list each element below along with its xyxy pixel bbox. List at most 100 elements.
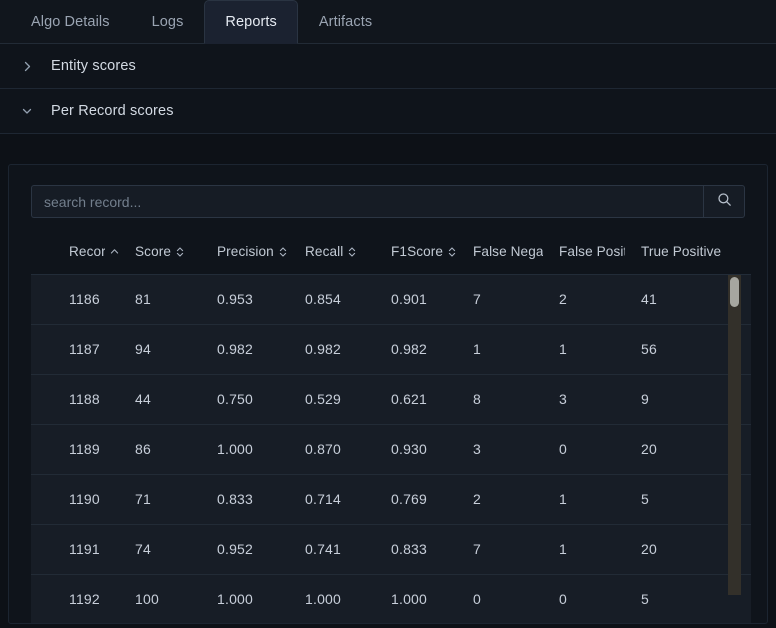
cell-record-id: 1188 xyxy=(31,374,119,425)
search-input[interactable] xyxy=(31,185,703,218)
accordion-entity-scores[interactable]: Entity scores xyxy=(0,44,776,89)
chevron-down-icon xyxy=(16,105,38,117)
accordion-label: Entity scores xyxy=(51,58,136,74)
cell-false-negative: 7 xyxy=(457,274,543,325)
records-table: Record ID Score xyxy=(31,230,751,623)
column-header-label: False Negative xyxy=(473,244,543,260)
column-header-label: Recall xyxy=(305,244,344,260)
accordion-label: Per Record scores xyxy=(51,103,174,119)
cell-precision: 0.982 xyxy=(201,324,289,375)
cell-record-id: 1190 xyxy=(31,474,119,525)
column-header-f1score[interactable]: F1Score xyxy=(375,230,457,275)
table-row[interactable]: 1186 81 0.953 0.854 0.901 7 2 41 xyxy=(31,274,751,325)
cell-false-negative: 2 xyxy=(457,474,543,525)
cell-false-negative: 1 xyxy=(457,324,543,375)
cell-false-positive: 0 xyxy=(543,574,625,623)
cell-precision: 0.952 xyxy=(201,524,289,575)
cell-recall: 0.982 xyxy=(289,324,375,375)
column-header-label: Record ID xyxy=(69,244,105,260)
table-header-row: Record ID Score xyxy=(31,230,751,275)
cell-precision: 1.000 xyxy=(201,424,289,475)
table-row[interactable]: 1190 71 0.833 0.714 0.769 2 1 5 xyxy=(31,474,751,525)
cell-recall: 0.870 xyxy=(289,424,375,475)
search-button[interactable] xyxy=(703,185,745,218)
table-row[interactable]: 1189 86 1.000 0.870 0.930 3 0 20 xyxy=(31,424,751,475)
cell-precision: 0.833 xyxy=(201,474,289,525)
table-vertical-scrollbar[interactable] xyxy=(728,275,741,595)
sort-ascending-icon xyxy=(110,249,119,254)
cell-record-id: 1186 xyxy=(31,274,119,325)
tab-logs[interactable]: Logs xyxy=(131,0,205,43)
tab-label: Artifacts xyxy=(318,14,373,30)
cell-f1score: 0.621 xyxy=(375,374,457,425)
column-header-label: Score xyxy=(135,244,172,260)
search-bar xyxy=(31,185,745,218)
tab-bar: Algo Details Logs Reports Artifacts xyxy=(0,0,776,44)
reports-page: Algo Details Logs Reports Artifacts Enti… xyxy=(0,0,776,628)
cell-false-negative: 0 xyxy=(457,574,543,623)
cell-false-positive: 2 xyxy=(543,274,625,325)
tab-artifacts[interactable]: Artifacts xyxy=(298,0,393,43)
cell-score: 86 xyxy=(119,424,201,475)
sort-both-icon xyxy=(448,247,456,257)
accordion-per-record-scores[interactable]: Per Record scores xyxy=(0,89,776,134)
cell-precision: 0.953 xyxy=(201,274,289,325)
cell-score: 74 xyxy=(119,524,201,575)
cell-precision: 1.000 xyxy=(201,574,289,623)
cell-false-negative: 8 xyxy=(457,374,543,425)
cell-recall: 1.000 xyxy=(289,574,375,623)
records-table-scroll[interactable]: Record ID Score xyxy=(31,230,767,623)
column-header-label: False Positive xyxy=(559,244,625,260)
cell-false-positive: 1 xyxy=(543,324,625,375)
table-body: 1186 81 0.953 0.854 0.901 7 2 41 1187 94 0.982 0.98… xyxy=(31,274,751,623)
tab-algo-details[interactable]: Algo Details xyxy=(10,0,131,43)
records-card: Record ID Score xyxy=(8,164,768,624)
cell-false-positive: 3 xyxy=(543,374,625,425)
cell-recall: 0.714 xyxy=(289,474,375,525)
cell-f1score: 1.000 xyxy=(375,574,457,623)
cell-score: 44 xyxy=(119,374,201,425)
cell-false-positive: 1 xyxy=(543,474,625,525)
search-icon xyxy=(717,192,732,212)
cell-recall: 0.741 xyxy=(289,524,375,575)
column-header-true-positive[interactable]: True Positive xyxy=(625,230,751,275)
table-row[interactable]: 1187 94 0.982 0.982 0.982 1 1 56 xyxy=(31,324,751,375)
tab-label: Algo Details xyxy=(31,14,110,30)
cell-false-positive: 1 xyxy=(543,524,625,575)
table-header: Record ID Score xyxy=(31,230,751,275)
column-header-precision[interactable]: Precision xyxy=(201,230,289,275)
reports-panel: Entity scores Per Record scores search r… xyxy=(0,44,776,628)
sort-both-icon xyxy=(279,247,286,257)
cell-record-id: 1191 xyxy=(31,524,119,575)
scrollbar-thumb[interactable] xyxy=(730,277,739,307)
table-row[interactable]: 1192 100 1.000 1.000 1.000 0 0 5 xyxy=(31,574,751,623)
cell-precision: 0.750 xyxy=(201,374,289,425)
cell-score: 81 xyxy=(119,274,201,325)
sort-both-icon xyxy=(176,247,184,257)
column-header-record-id[interactable]: Record ID xyxy=(31,230,119,275)
cell-score: 71 xyxy=(119,474,201,525)
table-row[interactable]: 1191 74 0.952 0.741 0.833 7 1 20 xyxy=(31,524,751,575)
cell-recall: 0.529 xyxy=(289,374,375,425)
tab-label: Reports xyxy=(225,14,277,30)
column-header-false-negative[interactable]: False Negative xyxy=(457,230,543,275)
cell-record-id: 1187 xyxy=(31,324,119,375)
cell-score: 100 xyxy=(119,574,201,623)
table-row[interactable]: 1188 44 0.750 0.529 0.621 8 3 9 xyxy=(31,374,751,425)
per-record-scores-body: Record ID Score xyxy=(0,134,776,628)
column-header-label: True Positive xyxy=(641,244,722,260)
chevron-right-icon xyxy=(16,61,38,72)
table-header-divider xyxy=(31,274,741,275)
column-header-false-positive[interactable]: False Positive xyxy=(543,230,625,275)
column-header-label: Precision xyxy=(217,244,274,260)
cell-recall: 0.854 xyxy=(289,274,375,325)
column-header-recall[interactable]: Recall xyxy=(289,230,375,275)
cell-f1score: 0.930 xyxy=(375,424,457,475)
cell-score: 94 xyxy=(119,324,201,375)
cell-f1score: 0.982 xyxy=(375,324,457,375)
tab-label: Logs xyxy=(151,14,184,30)
cell-f1score: 0.769 xyxy=(375,474,457,525)
column-header-score[interactable]: Score xyxy=(119,230,201,275)
tab-reports[interactable]: Reports xyxy=(204,0,298,44)
cell-false-negative: 3 xyxy=(457,424,543,475)
